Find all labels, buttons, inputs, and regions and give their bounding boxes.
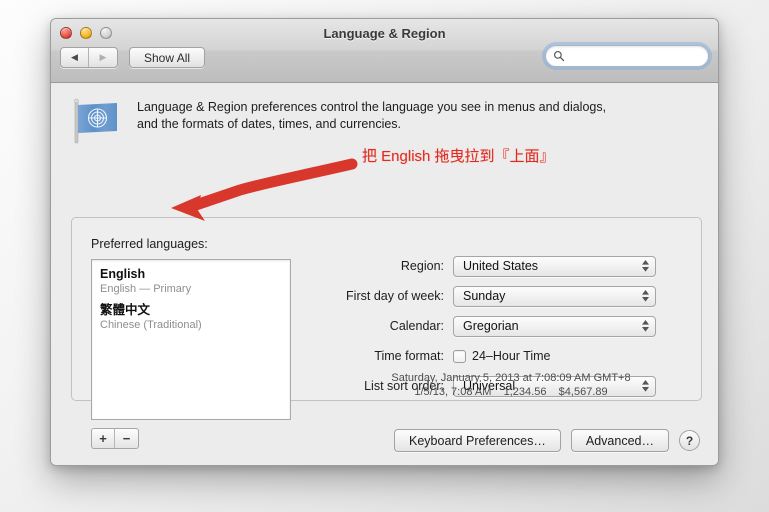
calendar-dropdown[interactable]: Gregorian — [453, 315, 656, 337]
add-language-button[interactable]: + — [92, 429, 115, 448]
first-day-of-week-value: Sunday — [463, 289, 506, 303]
region-value: United States — [463, 259, 539, 273]
forward-button[interactable]: ▶ — [89, 48, 117, 67]
footer-buttons: Keyboard Preferences… Advanced… ? — [394, 429, 700, 452]
add-remove-language-buttons: + − — [91, 428, 139, 449]
description-line-2: and the formats of dates, times, and cur… — [137, 117, 402, 131]
first-day-of-week-label: First day of week: — [346, 289, 444, 303]
help-button[interactable]: ? — [679, 430, 700, 451]
annotation-text: 把 English 拖曳拉到『上面』 — [362, 148, 555, 165]
stepper-arrows-icon — [642, 260, 649, 272]
preference-pane-content: Language & Region preferences control th… — [51, 83, 718, 465]
system-preferences-window: Language & Region ◀ ▶ Show All Language … — [50, 18, 719, 466]
language-name: 繁體中文 — [100, 303, 151, 317]
region-label: Region: — [400, 259, 444, 273]
pane-description: Language & Region preferences control th… — [69, 97, 606, 145]
un-flag-icon — [74, 98, 117, 144]
region-row: Region: United States — [331, 251, 691, 281]
format-preview: Saturday, January 5, 2013 at 7:08:09 AM … — [331, 371, 691, 399]
pane-description-text: Language & Region preferences control th… — [137, 97, 606, 133]
search-icon — [553, 50, 565, 62]
24-hour-time-label: 24–Hour Time — [472, 349, 551, 363]
window-title: Language & Region — [323, 26, 446, 41]
preferred-languages-list[interactable]: English English — Primary 繁體中文 Chinese (… — [91, 259, 291, 420]
description-line-1: Language & Region preferences control th… — [137, 100, 607, 114]
format-preview-line-1: Saturday, January 5, 2013 at 7:08:09 AM … — [391, 372, 631, 384]
first-day-of-week-dropdown[interactable]: Sunday — [453, 285, 656, 307]
preferred-languages-label: Preferred languages: — [91, 237, 208, 251]
stepper-arrows-icon — [642, 320, 649, 332]
remove-language-button[interactable]: − — [115, 429, 138, 448]
stepper-arrows-icon — [642, 290, 649, 302]
time-format-label: Time format: — [374, 349, 444, 363]
list-item[interactable]: English English — Primary — [92, 260, 290, 296]
show-all-button[interactable]: Show All — [129, 47, 206, 68]
language-subtitle: Chinese (Traditional) — [100, 319, 202, 331]
search-field[interactable] — [545, 45, 709, 67]
list-item[interactable]: 繁體中文 Chinese (Traditional) — [92, 296, 290, 332]
back-button[interactable]: ◀ — [61, 48, 89, 67]
calendar-row: Calendar: Gregorian — [331, 311, 691, 341]
window-titlebar: Language & Region ◀ ▶ Show All — [51, 19, 718, 83]
calendar-label: Calendar: — [389, 319, 444, 333]
language-subtitle: English — Primary — [100, 283, 192, 295]
advanced-button[interactable]: Advanced… — [570, 429, 669, 452]
24-hour-time-checkbox[interactable] — [453, 349, 466, 363]
keyboard-preferences-button[interactable]: Keyboard Preferences… — [394, 429, 561, 452]
search-input[interactable] — [569, 49, 694, 63]
time-format-row: Time format: 24–Hour Time — [331, 341, 691, 371]
region-dropdown[interactable]: United States — [453, 255, 656, 277]
24-hour-time-control[interactable]: 24–Hour Time — [453, 349, 551, 363]
format-preview-line-2: 1/5/13, 7:08 AM 1,234.56 $4,567.89 — [414, 386, 608, 398]
navigation-buttons: ◀ ▶ — [60, 47, 118, 68]
language-name: English — [100, 267, 146, 281]
calendar-value: Gregorian — [463, 319, 519, 333]
first-day-of-week-row: First day of week: Sunday — [331, 281, 691, 311]
